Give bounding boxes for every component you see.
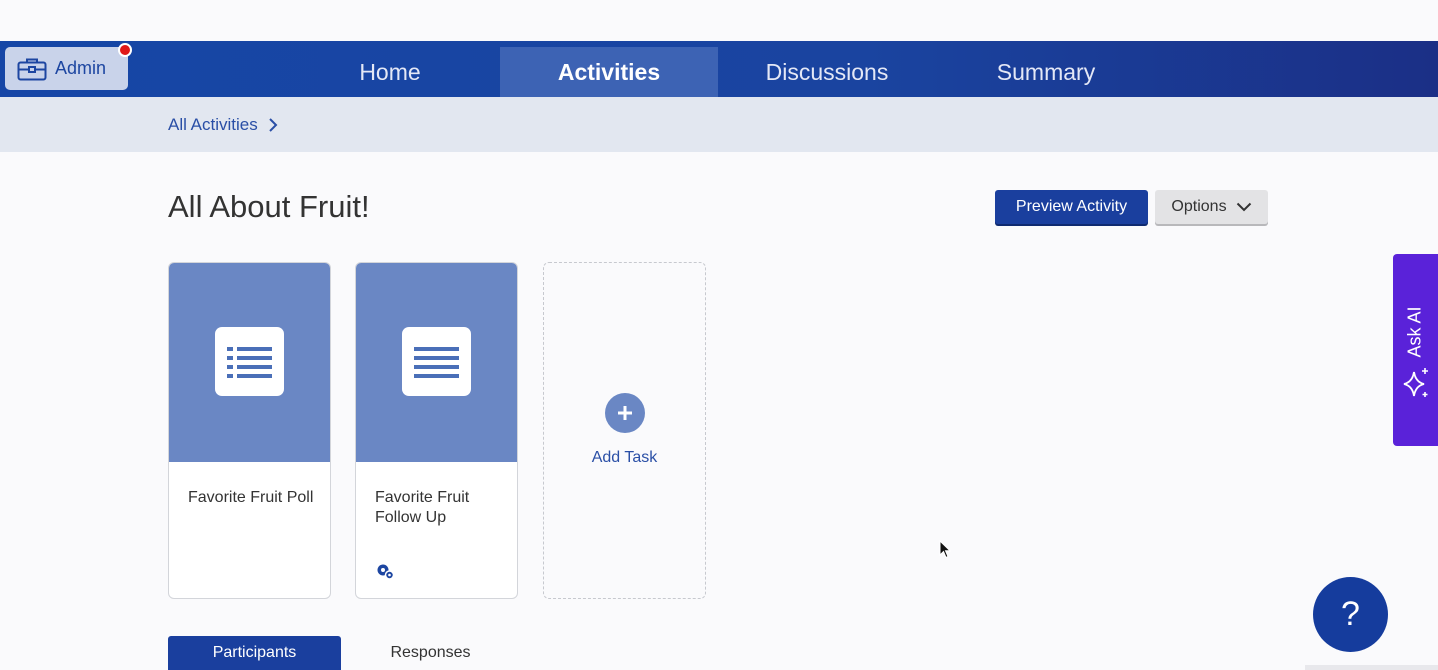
top-navbar: Admin Home Activities Discussions Summar…: [0, 41, 1438, 97]
ask-ai-tab[interactable]: Ask AI: [1393, 254, 1438, 446]
task-card-poll[interactable]: Favorite Fruit Poll: [168, 262, 331, 599]
admin-label: Admin: [55, 58, 107, 78]
top-strip: [0, 0, 1438, 41]
card-header: [356, 263, 517, 462]
page-title: All About Fruit!: [168, 189, 370, 224]
briefcase-icon: [17, 58, 47, 80]
list-icon: [215, 327, 284, 396]
task-label: Favorite Fruit Follow Up: [375, 489, 470, 526]
mouse-cursor-icon: [939, 539, 953, 565]
preview-activity-button[interactable]: Preview Activity: [995, 190, 1148, 224]
plus-icon: [605, 393, 645, 433]
breadcrumb-all-activities[interactable]: All Activities: [168, 115, 258, 135]
breadcrumb[interactable]: All Activities: [168, 115, 278, 135]
add-task-card[interactable]: Add Task: [543, 262, 706, 599]
task-label: Favorite Fruit Poll: [188, 489, 314, 506]
tab-home[interactable]: Home: [281, 47, 499, 97]
settings-gear-icon: [376, 563, 396, 586]
tab-summary[interactable]: Summary: [936, 47, 1156, 97]
options-dropdown-button[interactable]: Options: [1155, 190, 1268, 224]
chevron-down-icon: [1236, 202, 1251, 212]
tab-activities[interactable]: Activities: [500, 47, 718, 97]
sparkle-icon: [1401, 366, 1431, 405]
breadcrumb-bar: All Activities: [0, 97, 1438, 152]
add-task-label: Add Task: [591, 449, 658, 466]
card-header: [169, 263, 330, 462]
help-button[interactable]: ?: [1313, 577, 1388, 652]
admin-button[interactable]: Admin: [5, 43, 132, 90]
divider: [1305, 665, 1438, 670]
tab-discussions[interactable]: Discussions: [718, 47, 936, 97]
notification-dot: [118, 43, 132, 57]
task-card-follow-up[interactable]: Favorite Fruit Follow Up: [355, 262, 518, 599]
ask-ai-label: Ask AI: [1404, 306, 1425, 358]
tab-responses[interactable]: Responses: [345, 636, 516, 670]
chevron-right-icon: [269, 118, 278, 132]
text-lines-icon: [402, 327, 471, 396]
options-label: Options: [1171, 198, 1227, 215]
tab-participants[interactable]: Participants: [168, 636, 341, 670]
